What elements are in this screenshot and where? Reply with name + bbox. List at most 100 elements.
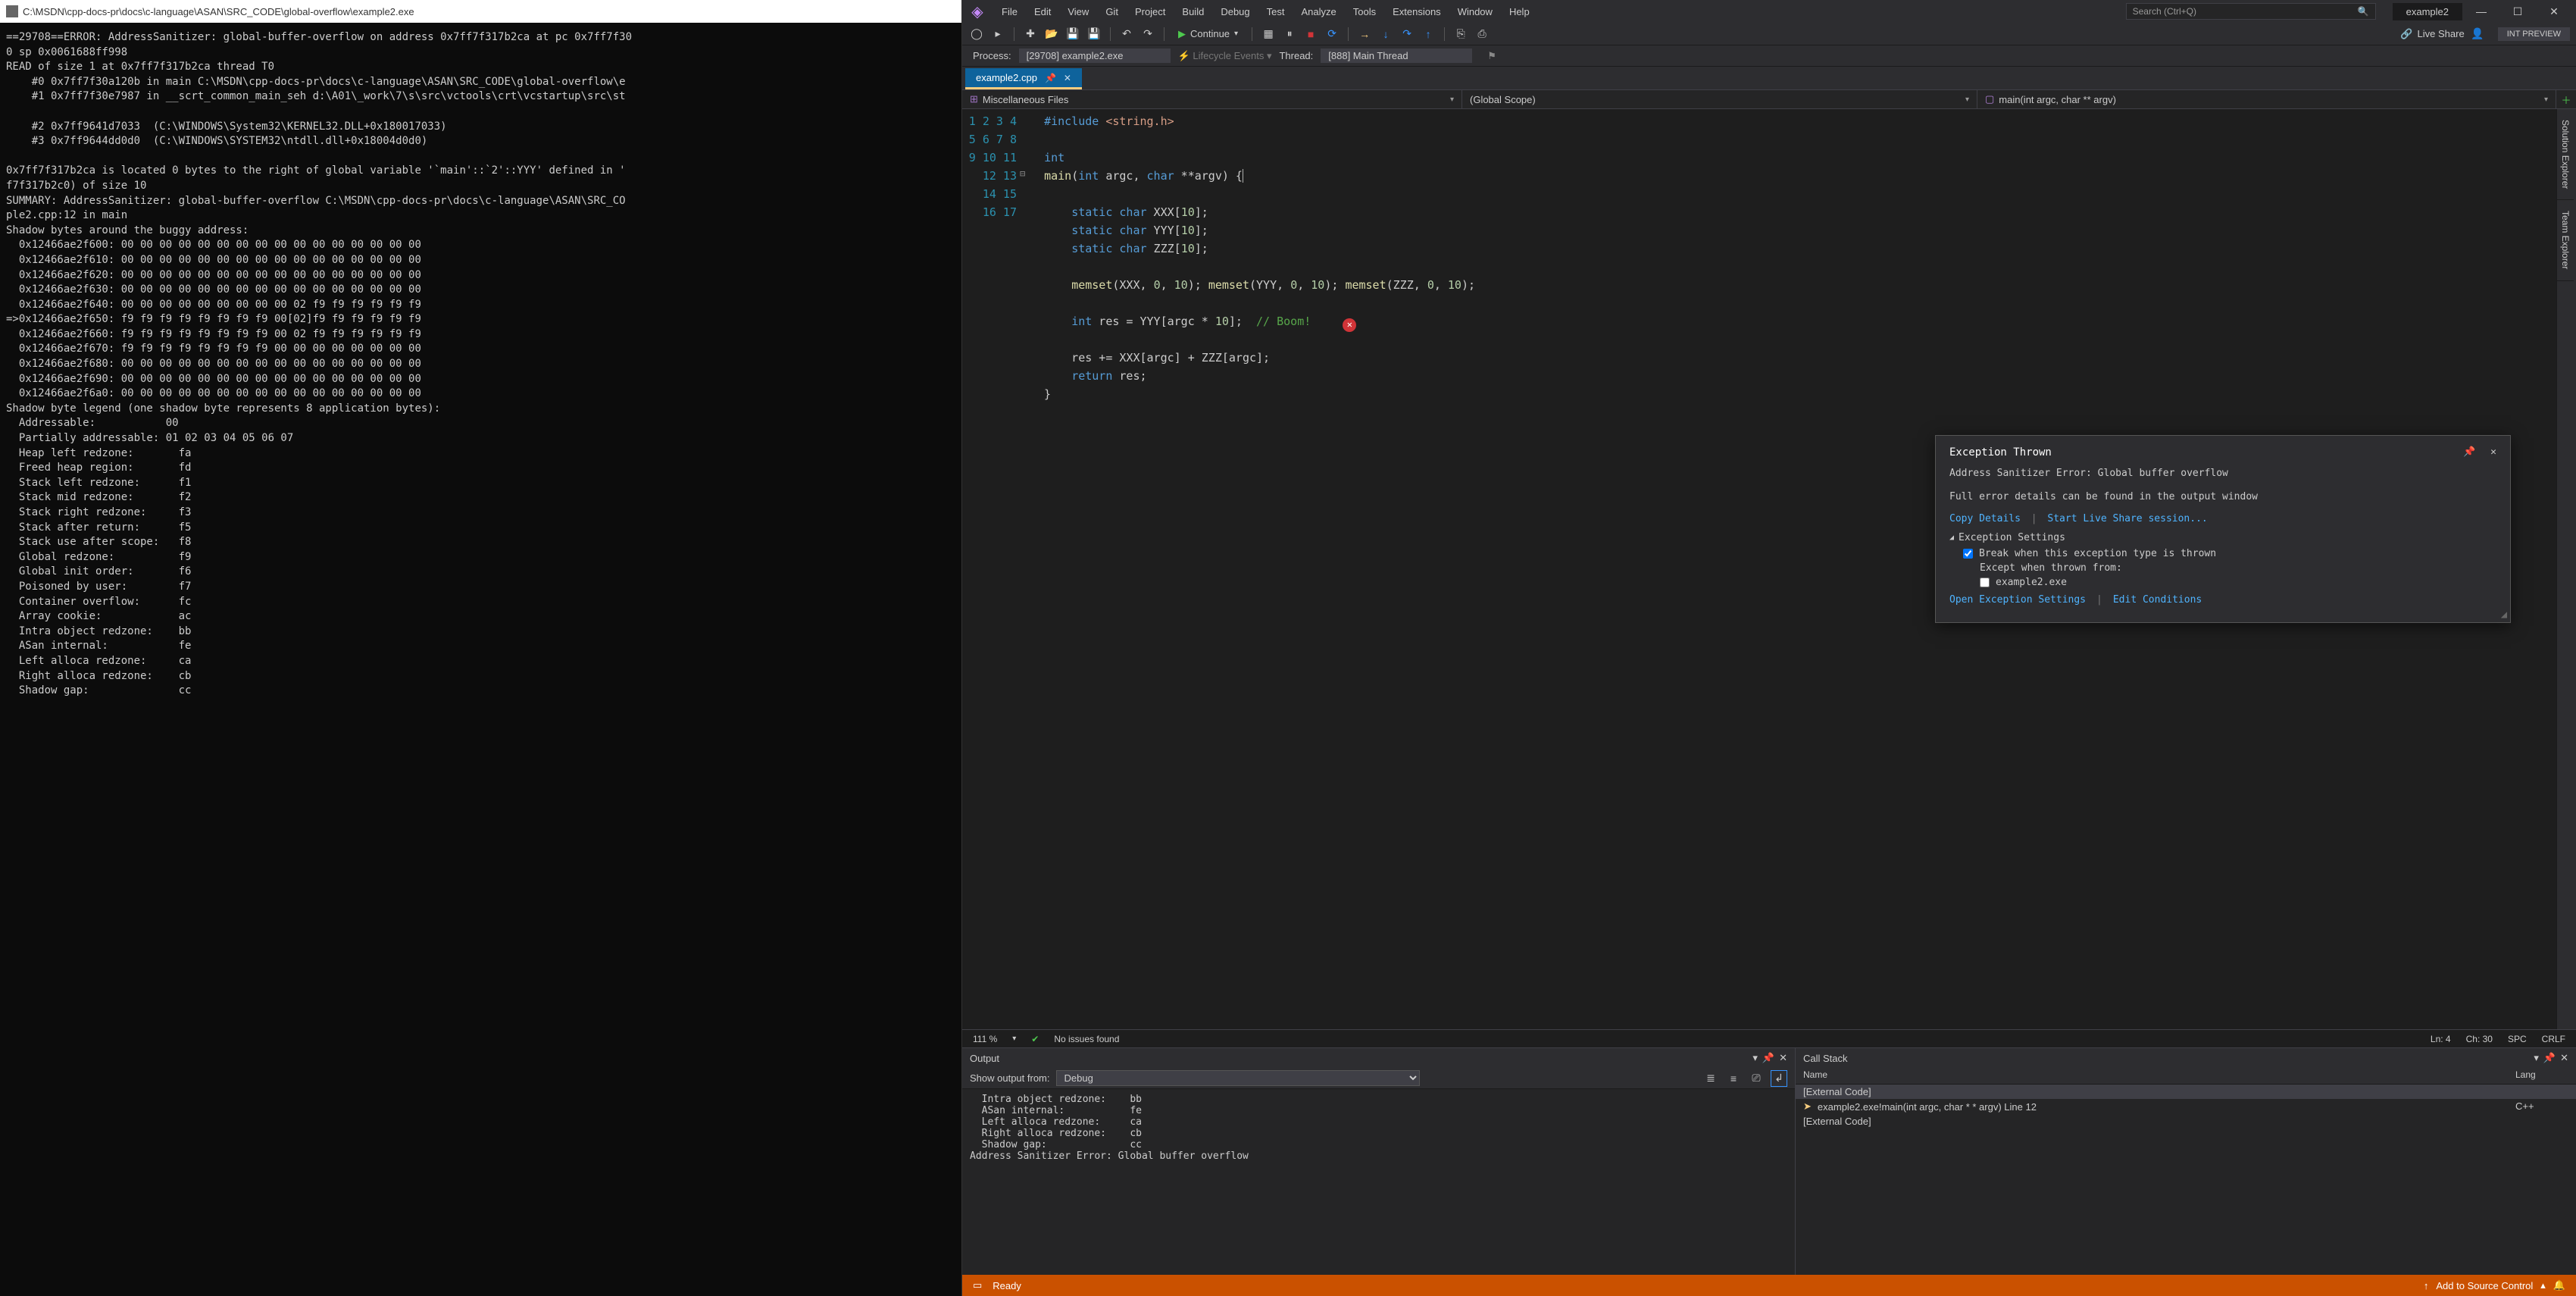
feedback-icon[interactable]: 👤	[2469, 26, 2486, 42]
pin-icon[interactable]: 📌	[2543, 1052, 2556, 1064]
minimize-button[interactable]: —	[2464, 0, 2499, 23]
nav-function-dropdown[interactable]: ▢ main(int argc, char ** argv) ▾	[1977, 90, 2556, 108]
vs-statusbar: ▭ Ready ↑ Add to Source Control ▴ 🔔	[962, 1275, 2576, 1296]
undo-icon[interactable]: ↶	[1118, 26, 1135, 42]
issues-label[interactable]: No issues found	[1054, 1034, 1119, 1044]
indent-indicator[interactable]: SPC	[2508, 1034, 2527, 1044]
menu-project[interactable]: Project	[1127, 3, 1173, 20]
int-preview-badge[interactable]: INT PREVIEW	[2498, 27, 2570, 41]
menu-window[interactable]: Window	[1450, 3, 1500, 20]
output-toolbtn-3[interactable]: ⎚	[1748, 1070, 1765, 1087]
flag-icon[interactable]: ⚑	[1487, 50, 1496, 62]
menu-test[interactable]: Test	[1259, 3, 1293, 20]
dbg-restart-icon[interactable]: ⟳	[1324, 26, 1340, 42]
close-icon[interactable]: ✕	[2490, 446, 2496, 458]
chevron-up-icon[interactable]: ▴	[2540, 1279, 2546, 1291]
output-source-dropdown[interactable]: Debug	[1056, 1070, 1420, 1086]
forward-icon[interactable]: ▸	[989, 26, 1006, 42]
notifications-icon[interactable]: 🔔	[2553, 1279, 2565, 1291]
global-search[interactable]: Search (Ctrl+Q) 🔍	[2126, 3, 2376, 20]
thread-label: Thread:	[1279, 50, 1313, 61]
add-icon[interactable]: ＋	[2556, 92, 2576, 107]
nav-project-dropdown[interactable]: ⊞ Miscellaneous Files ▾	[962, 90, 1462, 108]
pin-icon[interactable]: 📌	[1045, 73, 1056, 83]
menu-debug[interactable]: Debug	[1213, 3, 1257, 20]
back-icon[interactable]: ◯	[968, 26, 985, 42]
eol-indicator[interactable]: CRLF	[2542, 1034, 2565, 1044]
fold-icon[interactable]: ⊟	[1020, 167, 1025, 181]
menu-analyze[interactable]: Analyze	[1293, 3, 1343, 20]
dbg-stop-icon[interactable]: ■	[1302, 26, 1319, 42]
menu-file[interactable]: File	[994, 3, 1025, 20]
live-share-button[interactable]: 🔗 Live Share	[2400, 28, 2464, 40]
dbg-breakall-icon[interactable]: ⏸	[1281, 26, 1298, 42]
dbg-windows-icon[interactable]: ▦	[1260, 26, 1277, 42]
nav-scope-dropdown[interactable]: (Global Scope) ▾	[1462, 90, 1977, 108]
collapse-icon[interactable]: ◢	[1949, 534, 1954, 542]
thread-dropdown[interactable]: [888] Main Thread	[1321, 49, 1472, 63]
close-icon[interactable]: ✕	[1779, 1052, 1787, 1064]
col-indicator[interactable]: Ch: 30	[2466, 1034, 2493, 1044]
menu-tools[interactable]: Tools	[1346, 3, 1383, 20]
tab-example2[interactable]: example2.cpp 📌 ✕	[965, 68, 1082, 89]
continue-button[interactable]: ▶ Continue ▾	[1172, 28, 1244, 40]
output-toolbtn-2[interactable]: ≡	[1725, 1070, 1742, 1087]
dropdown-icon[interactable]: ▾	[1752, 1052, 1758, 1064]
open-icon[interactable]: 📂	[1043, 26, 1060, 42]
callstack-row[interactable]: [External Code]	[1796, 1085, 2576, 1099]
solution-explorer-tab[interactable]: Solution Explorer	[2557, 109, 2574, 200]
menu-help[interactable]: Help	[1502, 3, 1537, 20]
new-icon[interactable]: ✚	[1022, 26, 1039, 42]
error-glyph-icon[interactable]: ✕	[1343, 318, 1356, 332]
callstack-row[interactable]: [External Code]	[1796, 1114, 2576, 1129]
edit-conditions-link[interactable]: Edit Conditions	[2113, 594, 2202, 606]
output-toolbtn-1[interactable]: ≣	[1702, 1070, 1719, 1087]
pin-icon[interactable]: 📌	[2463, 446, 2475, 458]
resize-grip-icon[interactable]: ◢	[2501, 609, 2507, 621]
close-button[interactable]: ✕	[2537, 0, 2571, 23]
menu-extensions[interactable]: Extensions	[1385, 3, 1449, 20]
solution-name[interactable]: example2	[2393, 3, 2462, 20]
tab-close-icon[interactable]: ✕	[1064, 73, 1071, 83]
start-liveshare-link[interactable]: Start Live Share session...	[2047, 513, 2207, 524]
step-into-icon[interactable]: ↓	[1377, 26, 1394, 42]
show-next-icon[interactable]: →	[1356, 26, 1373, 42]
step-out-icon[interactable]: ↑	[1420, 26, 1436, 42]
console-output[interactable]: ==29708==ERROR: AddressSanitizer: global…	[0, 23, 961, 1296]
console-titlebar[interactable]: C:\MSDN\cpp-docs-pr\docs\c-language\ASAN…	[0, 0, 961, 23]
break-checkbox[interactable]	[1963, 549, 1973, 559]
close-icon[interactable]: ✕	[2560, 1052, 2568, 1064]
output-toolbtn-4[interactable]: ↲	[1771, 1070, 1787, 1087]
pin-icon[interactable]: 📌	[1762, 1052, 1774, 1064]
process-label: Process:	[973, 50, 1011, 61]
check-icon: ✔	[1031, 1034, 1039, 1044]
menu-edit[interactable]: Edit	[1027, 3, 1058, 20]
team-explorer-tab[interactable]: Team Explorer	[2557, 200, 2574, 280]
zoom-level[interactable]: 111 %	[973, 1034, 997, 1044]
dropdown-icon[interactable]: ▾	[2534, 1052, 2539, 1064]
menu-git[interactable]: Git	[1098, 3, 1126, 20]
standard-toolbar: ◯ ▸ ✚ 📂 💾 💾 ↶ ↷ ▶ Continue ▾ ▦ ⏸ ■ ⟳ → ↓	[962, 23, 2576, 45]
dbg-misc2-icon[interactable]: ⎙	[1474, 26, 1490, 42]
zoom-chevron[interactable]: ▾	[1012, 1035, 1016, 1043]
step-over-icon[interactable]: ↷	[1399, 26, 1415, 42]
open-exception-settings-link[interactable]: Open Exception Settings	[1949, 594, 2086, 606]
col-name[interactable]: Name	[1796, 1068, 2508, 1084]
save-icon[interactable]: 💾	[1064, 26, 1081, 42]
maximize-button[interactable]: ☐	[2500, 0, 2535, 23]
copy-details-link[interactable]: Copy Details	[1949, 513, 2021, 524]
process-dropdown[interactable]: [29708] example2.exe	[1019, 49, 1171, 63]
add-source-control[interactable]: Add to Source Control	[2436, 1280, 2533, 1291]
callstack-row[interactable]: ➤example2.exe!main(int argc, char * * ar…	[1796, 1099, 2576, 1114]
line-indicator[interactable]: Ln: 4	[2431, 1034, 2451, 1044]
output-body[interactable]: Intra object redzone: bb ASan internal: …	[962, 1089, 1795, 1275]
menu-view[interactable]: View	[1060, 3, 1096, 20]
current-frame-icon: ➤	[1803, 1100, 1812, 1113]
dbg-misc-icon[interactable]: ⎘	[1452, 26, 1469, 42]
save-all-icon[interactable]: 💾	[1086, 26, 1102, 42]
code-editor[interactable]: 1 2 3 4 5 6 7 8 9 10 11 12 13 14 15 16 1…	[962, 109, 2556, 1029]
menu-build[interactable]: Build	[1174, 3, 1211, 20]
col-lang[interactable]: Lang	[2508, 1068, 2576, 1084]
except-item-checkbox[interactable]	[1980, 578, 1990, 587]
redo-icon[interactable]: ↷	[1140, 26, 1156, 42]
